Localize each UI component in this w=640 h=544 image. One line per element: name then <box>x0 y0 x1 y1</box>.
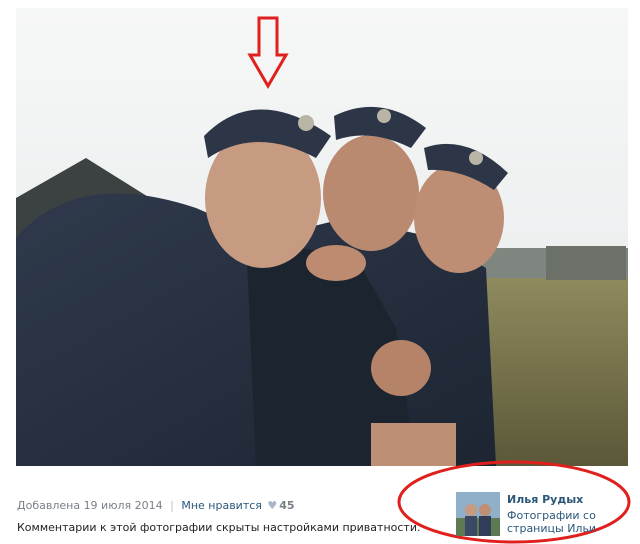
added-label: Добавлена <box>17 499 81 512</box>
like-count[interactable]: 45 <box>279 499 294 512</box>
photo-image[interactable] <box>16 8 628 466</box>
added-date: 19 июля 2014 <box>83 499 163 512</box>
owner-avatar[interactable] <box>456 492 500 536</box>
comments-hidden-notice: Комментарии к этой фотографии скрыты нас… <box>17 521 421 534</box>
like-button[interactable]: Мне нравится <box>181 499 262 512</box>
photo-meta: Добавлена 19 июля 2014 | Мне нравится ♥ 4… <box>17 499 295 512</box>
owner-name-link[interactable]: Илья Рудых <box>507 493 583 506</box>
heart-icon[interactable]: ♥ <box>267 499 277 512</box>
owner-album-link[interactable]: Фотографии со страницы Ильи <box>507 509 597 535</box>
meta-separator: | <box>170 499 174 512</box>
